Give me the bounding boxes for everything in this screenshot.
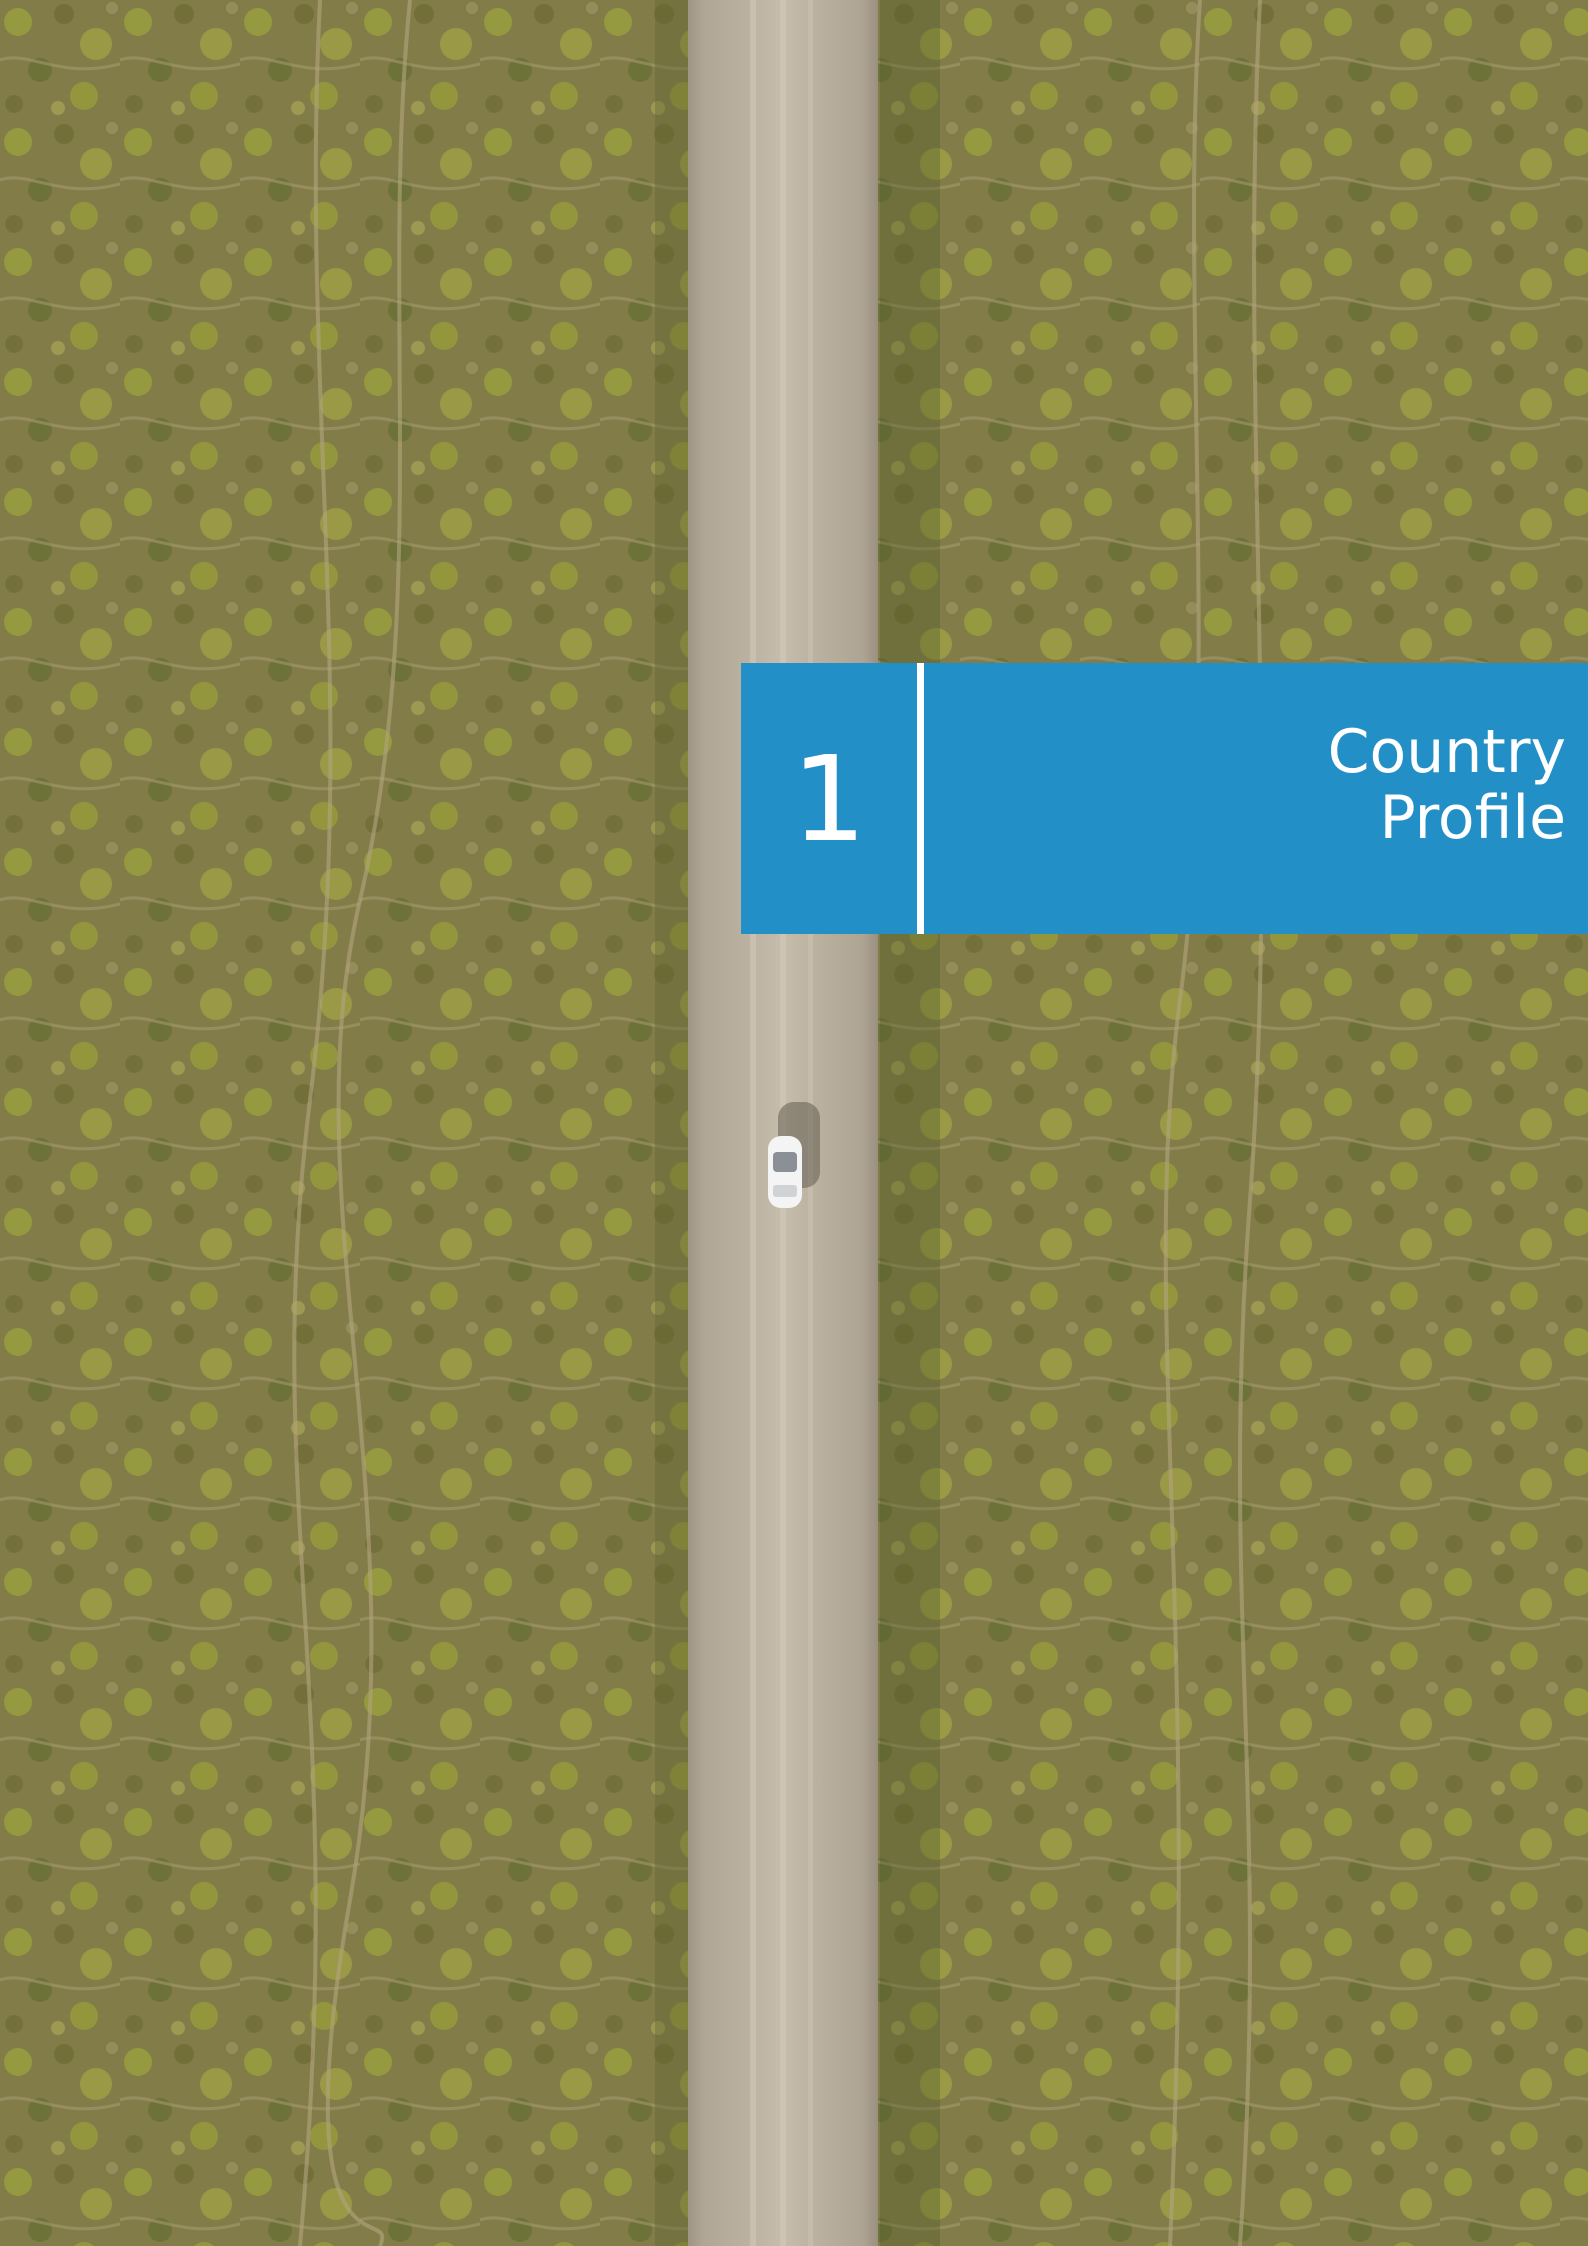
chapter-title-line-2: Profile (1379, 783, 1566, 853)
chapter-banner: 1 Country Profile (741, 663, 1588, 934)
chapter-number: 1 (791, 729, 867, 868)
aerial-road-photo (0, 0, 1588, 2246)
chapter-title: Country Profile (966, 719, 1566, 851)
chapter-title-line-1: Country (1327, 717, 1566, 787)
banner-divider (917, 663, 924, 934)
cover-page: 1 Country Profile (0, 0, 1588, 2246)
